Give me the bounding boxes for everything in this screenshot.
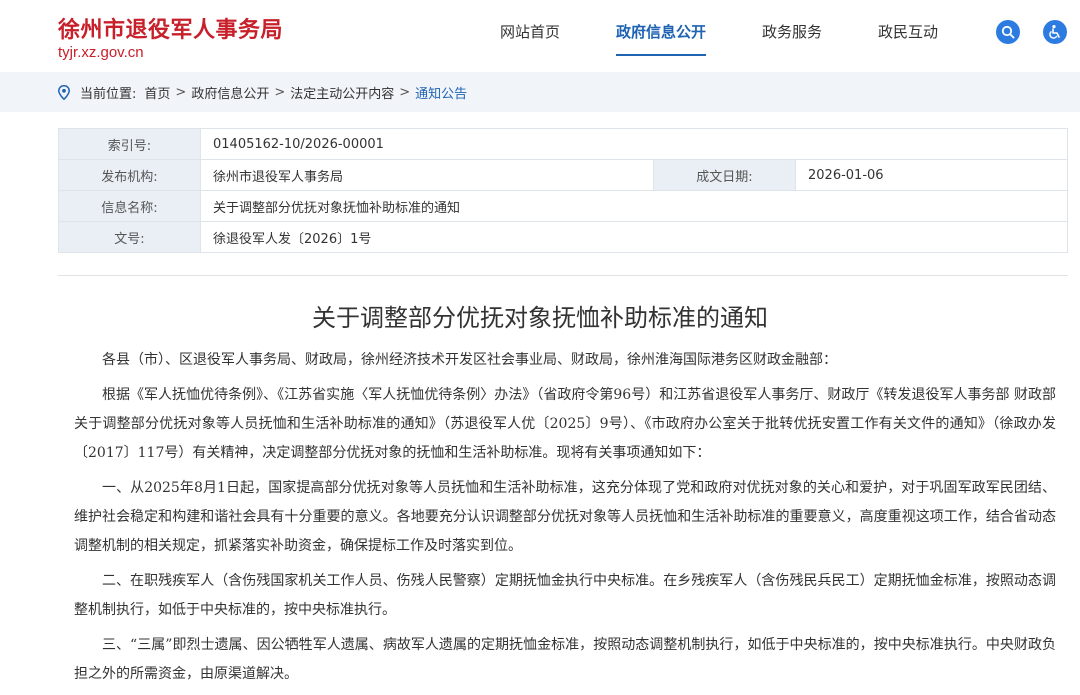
date-value: 2026-01-06 (795, 159, 1068, 191)
index-label: 索引号: (58, 128, 201, 160)
document-title: 关于调整部分优抚对象抚恤补助标准的通知 (312, 304, 768, 332)
nav-gov-info[interactable]: 政府信息公开 (616, 0, 707, 72)
main-nav: 网站首页 政府信息公开 政务服务 政民互动 (500, 0, 994, 72)
document-meta-table: 索引号: 01405162-10/2026-00001 发布机构: 徐州市退役军… (58, 128, 1068, 253)
search-icon[interactable] (996, 20, 1020, 44)
meta-row: 文号: 徐退役军人发〔2026〕1号 (58, 221, 1068, 253)
breadcrumb-separator: > (399, 84, 411, 100)
docno-value: 徐退役军人发〔2026〕1号 (200, 221, 1068, 253)
nav-interaction[interactable]: 政民互动 (878, 0, 938, 72)
site-header: 徐州市退役军人事务局 tyjr.xz.gov.cn 网站首页 政府信息公开 政务… (0, 0, 1080, 72)
breadcrumb-notices[interactable]: 通知公告 (415, 83, 467, 102)
body-paragraph: 二、在职残疾军人（含伤残国家机关工作人员、伤残人民警察）定期抚恤金执行中央标准。… (74, 573, 1056, 618)
body-paragraph: 三、“三属”即烈士遗属、因公牺牲军人遗属、病故军人遗属的定期抚恤金标准，按照动态… (74, 637, 1056, 682)
breadcrumb-prefix: 当前位置: (80, 86, 137, 102)
breadcrumb: 当前位置: 首页 > 政府信息公开 > 法定主动公开内容 > 通知公告 (0, 72, 1080, 112)
date-label: 成文日期: (653, 159, 796, 191)
body-paragraph: 一、从2025年8月1日起，国家提高部分优抚对象等人员抚恤和生活补助标准，这充分… (74, 480, 1056, 554)
location-pin-icon (58, 84, 70, 100)
name-value: 关于调整部分优抚对象抚恤补助标准的通知 (200, 190, 1068, 222)
breadcrumb-statutory[interactable]: 法定主动公开内容 (290, 83, 394, 102)
site-logo-url: tyjr.xz.gov.cn (58, 44, 144, 61)
nav-gov-services[interactable]: 政务服务 (762, 0, 822, 72)
salutation-paragraph: 各县（市）、区退役军人事务局、财政局，徐州经济技术开发区社会事业局、财政局，徐州… (102, 352, 837, 368)
document-body: 各县（市）、区退役军人事务局、财政局，徐州经济技术开发区社会事业局、财政局，徐州… (74, 346, 1056, 695)
body-paragraph: 根据《军人抚恤优待条例》、《江苏省实施〈军人抚恤优待条例〉办法》（省政府令第96… (74, 387, 1056, 461)
site-logo-title[interactable]: 徐州市退役军人事务局 (58, 12, 283, 44)
breadcrumb-home[interactable]: 首页 (144, 83, 170, 102)
nav-home[interactable]: 网站首页 (500, 0, 560, 72)
meta-row: 发布机构: 徐州市退役军人事务局 成文日期: 2026-01-06 (58, 159, 1068, 191)
breadcrumb-gov-info[interactable]: 政府信息公开 (191, 83, 269, 102)
docno-label: 文号: (58, 221, 201, 253)
meta-row: 信息名称: 关于调整部分优抚对象抚恤补助标准的通知 (58, 190, 1068, 222)
divider (58, 275, 1068, 276)
publisher-value: 徐州市退役军人事务局 (200, 159, 654, 191)
accessibility-icon[interactable] (1043, 20, 1067, 44)
publisher-label: 发布机构: (58, 159, 201, 191)
breadcrumb-separator: > (274, 84, 286, 100)
index-value: 01405162-10/2026-00001 (200, 128, 1068, 160)
name-label: 信息名称: (58, 190, 201, 222)
meta-row: 索引号: 01405162-10/2026-00001 (58, 128, 1068, 160)
breadcrumb-separator: > (175, 84, 187, 100)
